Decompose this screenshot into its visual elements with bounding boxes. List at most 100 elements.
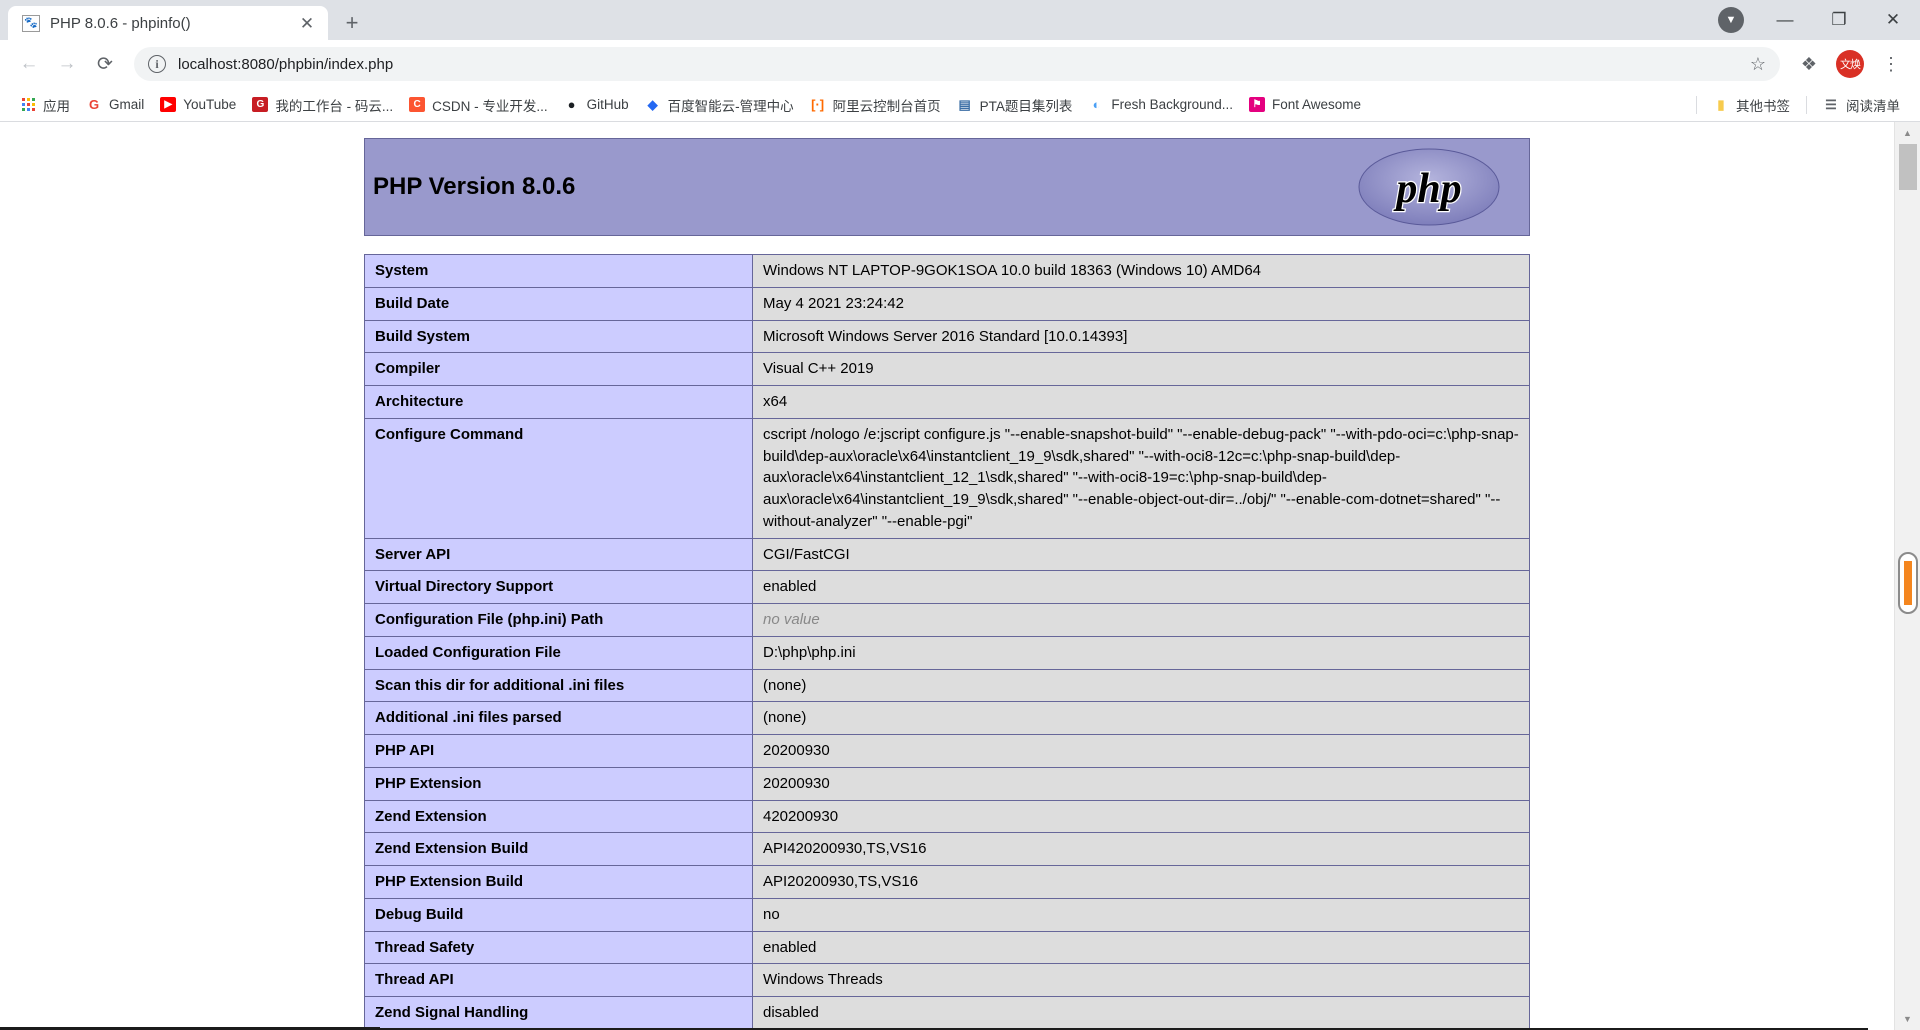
table-row: Build SystemMicrosoft Windows Server 201… [365, 320, 1530, 353]
info-key: PHP Extension Build [365, 866, 753, 899]
bookmark-item-aliyun-icon[interactable]: [·]阿里云控制台首页 [802, 91, 949, 119]
csdn-icon: C [409, 97, 425, 112]
vertical-scrollbar[interactable]: ▲ ▼ [1894, 122, 1920, 1030]
scroll-position-indicator[interactable] [1898, 552, 1918, 614]
fresh-background-icon: ◐ [1088, 97, 1104, 113]
tab-strip: 🐾 PHP 8.0.6 - phpinfo() ✕ + ▼ — ❐ ✕ [0, 0, 1920, 40]
bookmarks-separator-2 [1806, 96, 1807, 114]
phpinfo-table: SystemWindows NT LAPTOP-9GOK1SOA 10.0 bu… [364, 254, 1530, 1030]
aliyun-icon: [·] [810, 97, 826, 113]
gitee-icon: G [252, 97, 268, 112]
tab-phpinfo[interactable]: 🐾 PHP 8.0.6 - phpinfo() ✕ [8, 6, 328, 40]
page-content-area: PHP Version 8.0.6 php [0, 122, 1894, 1030]
info-value: Windows Threads [753, 964, 1530, 997]
new-tab-button[interactable]: + [334, 6, 370, 40]
info-key: PHP Extension [365, 767, 753, 800]
info-value: Microsoft Windows Server 2016 Standard [… [753, 320, 1530, 353]
youtube-icon: ▶ [160, 97, 176, 112]
table-row: Loaded Configuration FileD:\php\php.ini [365, 636, 1530, 669]
info-value: enabled [753, 931, 1530, 964]
bookmark-label: 百度智能云-管理中心 [668, 95, 794, 115]
bookmark-star-icon[interactable]: ☆ [1750, 54, 1766, 75]
chrome-menu-icon[interactable]: ⋮ [1874, 47, 1908, 81]
table-row: Thread Safetyenabled [365, 931, 1530, 964]
bookmarks-bar-right: ▮其他书签 ☰阅读清单 [1688, 91, 1908, 119]
info-key: Configuration File (php.ini) Path [365, 604, 753, 637]
apps-grid-icon [20, 97, 36, 113]
php-logo: php [1355, 147, 1503, 227]
minimize-button[interactable]: — [1758, 0, 1812, 40]
downloads-button[interactable]: ▼ [1704, 0, 1758, 40]
bookmark-item-fresh-background-icon[interactable]: ◐ Fresh Background... [1080, 93, 1241, 117]
bookmarks-bar: 应用GGmail ▶ YouTube G我的工作台 - 码云... C CSDN - 专业… [0, 88, 1920, 122]
info-key: System [365, 255, 753, 288]
bookmark-item-gitee-icon[interactable]: G我的工作台 - 码云... [244, 91, 401, 119]
table-row: Configuration File (php.ini) Pathno valu… [365, 604, 1530, 637]
bookmark-item-github-icon[interactable]: ●GitHub [556, 93, 637, 117]
bookmark-item-gmail-icon[interactable]: GGmail [78, 93, 152, 117]
info-key: Zend Extension [365, 800, 753, 833]
table-row: PHP Extension20200930 [365, 767, 1530, 800]
bookmark-label: 阅读清单 [1846, 95, 1900, 115]
scroll-up-arrow-icon[interactable]: ▲ [1895, 122, 1920, 144]
bookmark-item-font-awesome-icon[interactable]: ⚑ Font Awesome [1241, 93, 1369, 116]
font-awesome-icon: ⚑ [1249, 97, 1265, 112]
baidu-cloud-icon: ◆ [645, 97, 661, 113]
table-row: CompilerVisual C++ 2019 [365, 353, 1530, 386]
table-row: SystemWindows NT LAPTOP-9GOK1SOA 10.0 bu… [365, 255, 1530, 288]
close-icon[interactable]: ✕ [296, 12, 318, 34]
folder-icon: ▮ [1713, 97, 1729, 113]
scroll-down-arrow-icon[interactable]: ▼ [1895, 1008, 1920, 1030]
info-value: D:\php\php.ini [753, 636, 1530, 669]
page-viewport: PHP Version 8.0.6 php [0, 122, 1920, 1030]
maximize-button[interactable]: ❐ [1812, 0, 1866, 40]
bookmark-label: CSDN - 专业开发... [432, 95, 548, 115]
table-row: PHP API20200930 [365, 735, 1530, 768]
profile-avatar[interactable]: 文焕 [1836, 50, 1864, 78]
window-controls: ▼ — ❐ ✕ [1704, 0, 1920, 40]
info-key: Build System [365, 320, 753, 353]
info-value: enabled [753, 571, 1530, 604]
bookmark-label: PTA题目集列表 [980, 95, 1073, 115]
table-row: PHP Extension BuildAPI20200930,TS,VS16 [365, 866, 1530, 899]
table-row: Thread APIWindows Threads [365, 964, 1530, 997]
bookmark-label: Font Awesome [1272, 97, 1361, 112]
svg-text:php: php [1393, 166, 1461, 212]
info-value: cscript /nologo /e:jscript configure.js … [753, 418, 1530, 538]
bookmark-item-youtube-icon[interactable]: ▶ YouTube [152, 93, 244, 116]
phpinfo-header: PHP Version 8.0.6 php [364, 138, 1530, 236]
info-value: (none) [753, 669, 1530, 702]
bookmark-item-pta-icon[interactable]: ▤ PTA题目集列表 [949, 91, 1081, 119]
bookmark-item-reading-list-icon[interactable]: ☰阅读清单 [1815, 91, 1908, 119]
info-value: (none) [753, 702, 1530, 735]
bookmark-label: YouTube [183, 97, 236, 112]
browser-toolbar: ← → ⟳ i localhost:8080/phpbin/index.php … [0, 40, 1920, 88]
info-key: Scan this dir for additional .ini files [365, 669, 753, 702]
table-row: Architecturex64 [365, 386, 1530, 419]
info-value: May 4 2021 23:24:42 [753, 287, 1530, 320]
download-arrow-icon: ▼ [1718, 7, 1744, 33]
extensions-icon[interactable]: ❖ [1792, 47, 1826, 81]
site-info-icon[interactable]: i [148, 55, 166, 73]
bookmark-label: Fresh Background... [1111, 97, 1233, 112]
php-elephant-favicon: 🐾 [22, 15, 40, 32]
back-button[interactable]: ← [12, 47, 46, 81]
vertical-scrollbar-thumb[interactable] [1899, 144, 1917, 190]
php-version-heading: PHP Version 8.0.6 [373, 173, 575, 201]
browser-window: 🐾 PHP 8.0.6 - phpinfo() ✕ + ▼ — ❐ ✕ ← → … [0, 0, 1920, 1030]
bookmark-item-apps-grid-icon[interactable]: 应用 [12, 91, 78, 119]
info-key: Configure Command [365, 418, 753, 538]
phpinfo-document: PHP Version 8.0.6 php [364, 138, 1530, 1030]
bookmark-item-csdn-icon[interactable]: C CSDN - 专业开发... [401, 91, 556, 119]
info-value: 20200930 [753, 767, 1530, 800]
bookmark-item-folder-icon[interactable]: ▮其他书签 [1705, 91, 1798, 119]
reload-button[interactable]: ⟳ [88, 47, 122, 81]
address-bar[interactable]: i localhost:8080/phpbin/index.php ☆ [134, 47, 1780, 81]
info-key: Zend Signal Handling [365, 997, 753, 1030]
bookmark-item-baidu-cloud-icon[interactable]: ◆ 百度智能云-管理中心 [637, 91, 802, 119]
info-value: 20200930 [753, 735, 1530, 768]
info-key: Thread Safety [365, 931, 753, 964]
close-window-button[interactable]: ✕ [1866, 0, 1920, 40]
pta-icon: ▤ [957, 97, 973, 113]
forward-button[interactable]: → [50, 47, 84, 81]
